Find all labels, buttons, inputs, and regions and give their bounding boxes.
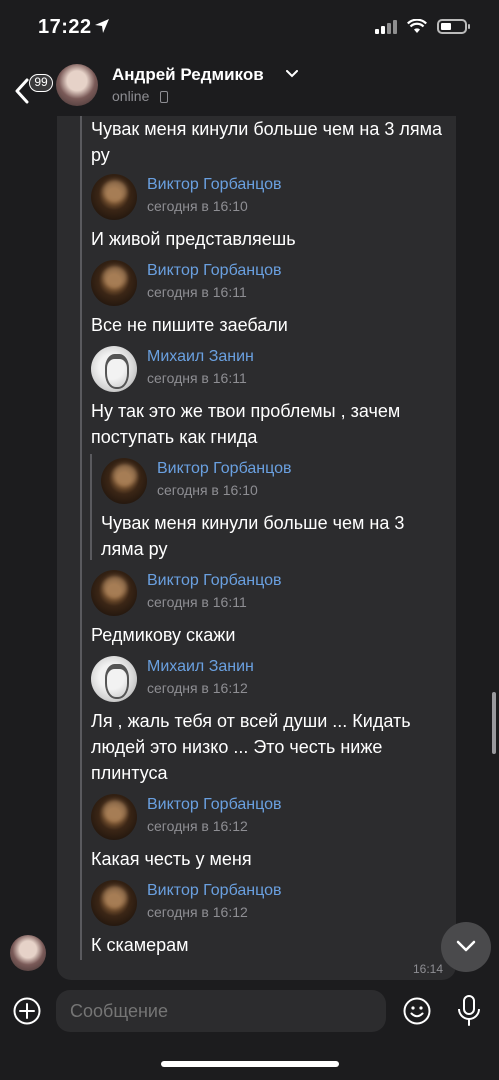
scrollbar[interactable] [492,692,496,754]
message-date: сегодня в 16:10 [147,198,248,214]
author-name[interactable]: Виктор Горбанцов [147,262,281,280]
signal-icon [375,19,397,34]
wifi-icon [407,19,427,33]
phone-icon [160,91,168,103]
status-bar: 17:22 [0,0,499,56]
scroll-down-button[interactable] [441,922,491,972]
author-name[interactable]: Виктор Горбанцов [147,882,281,900]
location-arrow-icon [95,19,109,33]
arrow-down-icon [456,940,476,952]
avatar[interactable] [91,346,137,392]
quoted-text: Чувак меня кинули больше чем на 3 ляма р… [101,513,405,559]
avatar[interactable] [91,174,137,220]
author-name[interactable]: Михаил Занин [147,348,254,366]
message-text: Ну так это же твои проблемы , зачем пост… [91,401,401,447]
avatar[interactable] [56,64,98,106]
avatar[interactable] [101,458,147,504]
chat-header: 99 Андрей Редмиков online [0,56,499,116]
chat-title[interactable]: Андрей Редмиков [112,65,264,85]
message-text: Редмикову скажи [91,625,236,645]
message-date: сегодня в 16:10 [157,482,258,498]
message-text: Все не пишите заебали [91,315,288,335]
message-date: сегодня в 16:12 [147,818,248,834]
author-name[interactable]: Виктор Горбанцов [147,572,281,590]
avatar[interactable] [91,794,137,840]
avatar[interactable] [91,570,137,616]
message-date: сегодня в 16:11 [147,370,247,386]
author-name[interactable]: Михаил Занин [147,658,254,676]
avatar[interactable] [91,880,137,926]
message-date: сегодня в 16:11 [147,284,247,300]
message-date: сегодня в 16:11 [147,594,247,610]
home-indicator [161,1061,339,1067]
composer [0,988,499,1080]
author-name[interactable]: Виктор Горбанцов [147,176,281,194]
chevron-down-icon[interactable] [286,70,298,78]
avatar[interactable] [91,260,137,306]
back-icon [15,78,29,104]
message-text: И живой представляешь [91,229,296,249]
message-input[interactable] [56,990,386,1032]
avatar[interactable] [91,656,137,702]
quote-line [90,454,92,560]
message-text: Какая честь у меня [91,849,252,869]
battery-icon [437,19,470,34]
message-text: К скамерам [91,935,189,955]
author-name[interactable]: Виктор Горбанцов [157,460,291,478]
plus-icon[interactable] [12,996,42,1026]
message-time: 16:14 [412,962,443,976]
avatar[interactable] [10,935,46,971]
author-name[interactable]: Виктор Горбанцов [147,796,281,814]
unread-badge: 99 [29,74,53,92]
message-date: сегодня в 16:12 [147,680,248,696]
message-date: сегодня в 16:12 [147,904,248,920]
chat-area[interactable]: Чувак меня кинули больше чем на 3 ляма р… [0,116,499,988]
emoji-icon[interactable] [402,996,432,1026]
back-button[interactable]: 99 [8,64,53,108]
message-text: Ля , жаль тебя от всей души ... Кидать л… [91,711,411,783]
message-text: Чувак меня кинули больше чем на 3 ляма р… [91,119,442,165]
status-time: 17:22 [38,16,92,38]
forward-line [80,116,82,960]
mic-icon[interactable] [454,994,484,1028]
online-status: online [112,88,150,104]
